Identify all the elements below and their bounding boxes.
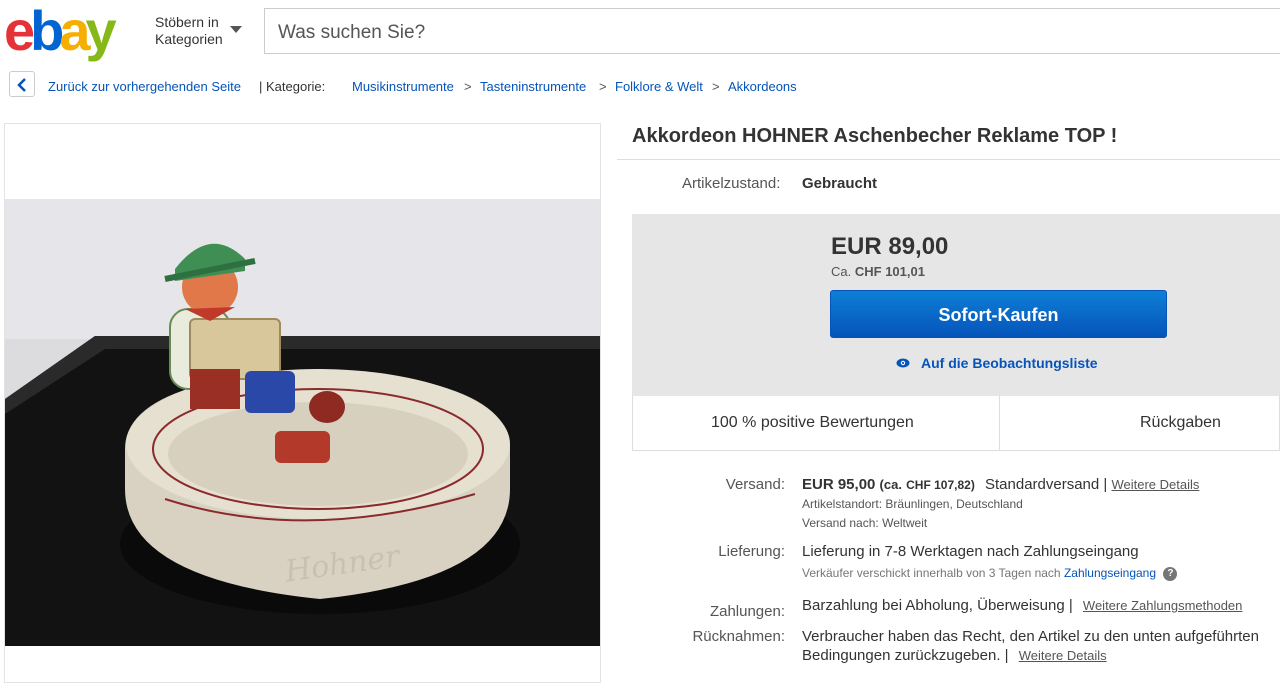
- logo-letter: y: [85, 0, 117, 62]
- ships-to: Versand nach: Weltweit: [802, 516, 927, 530]
- returns-stat: Rückgaben: [1140, 414, 1221, 431]
- ebay-logo[interactable]: ebay: [4, 0, 117, 62]
- chevron-down-icon[interactable]: [230, 26, 242, 33]
- shipping-label: Versand:: [725, 476, 785, 493]
- approx-prefix: Ca.: [831, 264, 852, 279]
- payment-value: Barzahlung bei Abholung, Überweisung |: [802, 597, 1073, 614]
- buy-now-button[interactable]: Sofort-Kaufen: [830, 290, 1167, 338]
- price: EUR 89,00: [831, 233, 949, 260]
- breadcrumb: Zurück zur vorhergehenden Seite | Katego…: [0, 70, 1280, 102]
- seller-stats: 100 % positive Bewertungen Rückgaben: [632, 396, 1280, 451]
- eye-icon: [896, 358, 910, 368]
- category-label: | Kategorie:: [259, 79, 326, 94]
- shipping-approx-open: (ca.: [879, 477, 902, 492]
- location-label: Artikelstandort:: [802, 497, 883, 511]
- item-location: Artikelstandort: Bräunlingen, Deutschlan…: [802, 497, 1023, 511]
- shipping-price: EUR 95,00: [802, 476, 876, 493]
- delivery-value: Lieferung in 7-8 Werktagen nach Zahlungs…: [802, 543, 1139, 560]
- shipping-details-link[interactable]: Weitere Details: [1111, 477, 1199, 492]
- search-input[interactable]: Was suchen Sie?: [264, 8, 1280, 54]
- breadcrumb-separator: >: [712, 79, 720, 94]
- feedback-stat: 100 % positive Bewertungen: [711, 414, 914, 431]
- shipping-service: Standardversand |: [985, 476, 1108, 493]
- breadcrumb-separator: >: [599, 79, 607, 94]
- search-placeholder: Was suchen Sie?: [278, 22, 426, 43]
- returns-line2-wrap: Bedingungen zurückzugeben. | Weitere Det…: [802, 647, 1107, 664]
- breadcrumb-item-tasteninstrumente[interactable]: Tasteninstrumente: [480, 79, 586, 94]
- browse-line1: Stöbern in: [155, 14, 219, 30]
- approx-value: CHF 101,01: [854, 264, 925, 279]
- delivery-note: Verkäufer verschickt innerhalb von 3 Tag…: [802, 566, 1178, 581]
- listing-title: Akkordeon HOHNER Aschenbecher Reklame TO…: [632, 125, 1118, 147]
- returns-line2: Bedingungen zurückzugeben. |: [802, 647, 1009, 664]
- header: ebay Stöbern in Kategorien Was suchen Si…: [0, 0, 1280, 62]
- approx-price: Ca. CHF 101,01: [831, 264, 925, 279]
- divider: [617, 159, 1280, 160]
- payment-label: Zahlungen:: [709, 603, 785, 620]
- breadcrumb-separator: >: [464, 79, 472, 94]
- payment-line: Barzahlung bei Abholung, Überweisung | W…: [802, 597, 1242, 614]
- shipping-approx-value: CHF 107,82): [906, 478, 975, 492]
- ships-to-value: Weltweit: [882, 516, 928, 530]
- delivery-label: Lieferung:: [718, 543, 785, 560]
- back-link[interactable]: Zurück zur vorhergehenden Seite: [48, 79, 241, 94]
- breadcrumb-item-folklore[interactable]: Folklore & Welt: [615, 79, 703, 94]
- returns-label: Rücknahmen:: [692, 628, 785, 645]
- watch-label: Auf die Beobachtungsliste: [921, 355, 1098, 371]
- shipping-line: EUR 95,00 (ca. CHF 107,82) Standardversa…: [802, 476, 1199, 493]
- breadcrumb-item-akkordeons[interactable]: Akkordeons: [728, 79, 797, 94]
- condition-value: Gebraucht: [802, 175, 878, 192]
- browse-line2: Kategorien: [155, 31, 223, 47]
- logo-letter: e: [4, 0, 35, 62]
- help-icon[interactable]: ?: [1163, 566, 1178, 581]
- back-button[interactable]: [9, 71, 35, 97]
- returns-line1: Verbraucher haben das Recht, den Artikel…: [802, 628, 1259, 645]
- delivery-note-text: Verkäufer verschickt innerhalb von 3 Tag…: [802, 566, 1061, 580]
- condition-label: Artikelzustand:: [682, 175, 781, 192]
- logo-letter: a: [59, 0, 90, 62]
- chevron-left-icon: [17, 78, 26, 92]
- logo-letter: b: [30, 0, 64, 62]
- breadcrumb-item-musikinstrumente[interactable]: Musikinstrumente: [352, 79, 454, 94]
- divider: [999, 396, 1000, 450]
- returns-details-link[interactable]: Weitere Details: [1019, 648, 1107, 663]
- payment-methods-link[interactable]: Weitere Zahlungsmethoden: [1083, 598, 1242, 613]
- payment-received-link[interactable]: Zahlungseingang: [1064, 566, 1156, 580]
- product-photo[interactable]: Hohner: [5, 199, 600, 646]
- browse-categories-button[interactable]: Stöbern in Kategorien: [155, 14, 223, 48]
- location-value: Bräunlingen, Deutschland: [885, 497, 1023, 511]
- ships-to-label: Versand nach:: [802, 516, 879, 530]
